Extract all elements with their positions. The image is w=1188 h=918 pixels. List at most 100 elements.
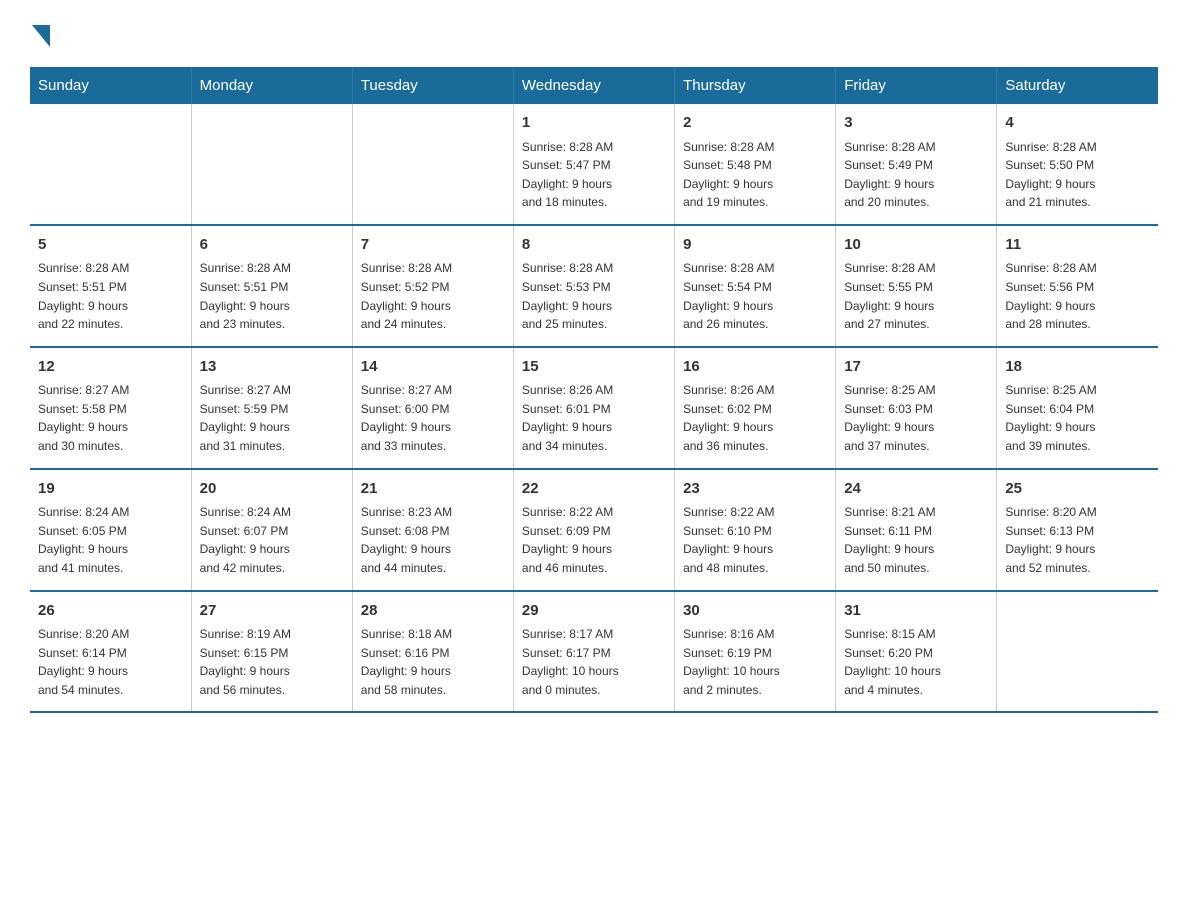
day-info: Sunrise: 8:22 AM Sunset: 6:10 PM Dayligh… bbox=[683, 503, 827, 577]
day-number: 24 bbox=[844, 478, 988, 501]
day-info: Sunrise: 8:28 AM Sunset: 5:48 PM Dayligh… bbox=[683, 138, 827, 212]
calendar-week-1: 1 Sunrise: 8:28 AM Sunset: 5:47 PM Daylig… bbox=[30, 104, 1158, 225]
day-number: 31 bbox=[844, 600, 988, 623]
logo bbox=[30, 20, 50, 47]
calendar-cell: 11Sunrise: 8:28 AM Sunset: 5:56 PM Dayli… bbox=[997, 225, 1158, 347]
day-header-thursday: Thursday bbox=[675, 67, 836, 104]
calendar-cell bbox=[997, 591, 1158, 713]
calendar-cell: 25Sunrise: 8:20 AM Sunset: 6:13 PM Dayli… bbox=[997, 469, 1158, 591]
day-info: Sunrise: 8:27 AM Sunset: 6:00 PM Dayligh… bbox=[361, 381, 505, 455]
day-number: 20 bbox=[200, 478, 344, 501]
day-number: 3 bbox=[844, 112, 988, 135]
day-number: 15 bbox=[522, 356, 666, 379]
calendar-cell: 29Sunrise: 8:17 AM Sunset: 6:17 PM Dayli… bbox=[513, 591, 674, 713]
day-number: 21 bbox=[361, 478, 505, 501]
calendar-cell bbox=[352, 104, 513, 225]
calendar-cell: 27Sunrise: 8:19 AM Sunset: 6:15 PM Dayli… bbox=[191, 591, 352, 713]
day-number: 23 bbox=[683, 478, 827, 501]
calendar-cell: 12Sunrise: 8:27 AM Sunset: 5:58 PM Dayli… bbox=[30, 347, 191, 469]
calendar-cell: 30Sunrise: 8:16 AM Sunset: 6:19 PM Dayli… bbox=[675, 591, 836, 713]
day-info: Sunrise: 8:27 AM Sunset: 5:58 PM Dayligh… bbox=[38, 381, 183, 455]
day-info: Sunrise: 8:23 AM Sunset: 6:08 PM Dayligh… bbox=[361, 503, 505, 577]
day-info: Sunrise: 8:28 AM Sunset: 5:54 PM Dayligh… bbox=[683, 259, 827, 333]
calendar-cell: 23Sunrise: 8:22 AM Sunset: 6:10 PM Dayli… bbox=[675, 469, 836, 591]
day-number: 7 bbox=[361, 234, 505, 257]
day-number: 22 bbox=[522, 478, 666, 501]
day-number: 10 bbox=[844, 234, 988, 257]
day-number: 19 bbox=[38, 478, 183, 501]
calendar-week-5: 26Sunrise: 8:20 AM Sunset: 6:14 PM Dayli… bbox=[30, 591, 1158, 713]
day-info: Sunrise: 8:17 AM Sunset: 6:17 PM Dayligh… bbox=[522, 625, 666, 699]
day-info: Sunrise: 8:24 AM Sunset: 6:07 PM Dayligh… bbox=[200, 503, 344, 577]
day-number: 4 bbox=[1005, 112, 1150, 135]
day-number: 18 bbox=[1005, 356, 1150, 379]
day-info: Sunrise: 8:28 AM Sunset: 5:50 PM Dayligh… bbox=[1005, 138, 1150, 212]
calendar-cell: 5Sunrise: 8:28 AM Sunset: 5:51 PM Daylig… bbox=[30, 225, 191, 347]
day-info: Sunrise: 8:28 AM Sunset: 5:47 PM Dayligh… bbox=[522, 138, 666, 212]
calendar-cell: 17Sunrise: 8:25 AM Sunset: 6:03 PM Dayli… bbox=[836, 347, 997, 469]
day-info: Sunrise: 8:15 AM Sunset: 6:20 PM Dayligh… bbox=[844, 625, 988, 699]
calendar-cell: 13Sunrise: 8:27 AM Sunset: 5:59 PM Dayli… bbox=[191, 347, 352, 469]
day-number: 2 bbox=[683, 112, 827, 135]
day-number: 13 bbox=[200, 356, 344, 379]
day-info: Sunrise: 8:16 AM Sunset: 6:19 PM Dayligh… bbox=[683, 625, 827, 699]
calendar-table: SundayMondayTuesdayWednesdayThursdayFrid… bbox=[30, 67, 1158, 713]
calendar-cell: 8Sunrise: 8:28 AM Sunset: 5:53 PM Daylig… bbox=[513, 225, 674, 347]
day-info: Sunrise: 8:20 AM Sunset: 6:13 PM Dayligh… bbox=[1005, 503, 1150, 577]
day-info: Sunrise: 8:26 AM Sunset: 6:01 PM Dayligh… bbox=[522, 381, 666, 455]
day-info: Sunrise: 8:28 AM Sunset: 5:52 PM Dayligh… bbox=[361, 259, 505, 333]
calendar-cell: 4 Sunrise: 8:28 AM Sunset: 5:50 PM Daylig… bbox=[997, 104, 1158, 225]
day-number: 16 bbox=[683, 356, 827, 379]
day-info: Sunrise: 8:22 AM Sunset: 6:09 PM Dayligh… bbox=[522, 503, 666, 577]
day-header-saturday: Saturday bbox=[997, 67, 1158, 104]
day-number: 8 bbox=[522, 234, 666, 257]
day-info: Sunrise: 8:28 AM Sunset: 5:55 PM Dayligh… bbox=[844, 259, 988, 333]
day-number: 25 bbox=[1005, 478, 1150, 501]
day-header-friday: Friday bbox=[836, 67, 997, 104]
day-number: 9 bbox=[683, 234, 827, 257]
day-header-wednesday: Wednesday bbox=[513, 67, 674, 104]
day-header-monday: Monday bbox=[191, 67, 352, 104]
day-info: Sunrise: 8:27 AM Sunset: 5:59 PM Dayligh… bbox=[200, 381, 344, 455]
calendar-week-2: 5Sunrise: 8:28 AM Sunset: 5:51 PM Daylig… bbox=[30, 225, 1158, 347]
day-number: 11 bbox=[1005, 234, 1150, 257]
day-number: 6 bbox=[200, 234, 344, 257]
day-info: Sunrise: 8:28 AM Sunset: 5:51 PM Dayligh… bbox=[38, 259, 183, 333]
calendar-cell bbox=[191, 104, 352, 225]
calendar-cell: 21Sunrise: 8:23 AM Sunset: 6:08 PM Dayli… bbox=[352, 469, 513, 591]
day-info: Sunrise: 8:24 AM Sunset: 6:05 PM Dayligh… bbox=[38, 503, 183, 577]
calendar-cell: 2 Sunrise: 8:28 AM Sunset: 5:48 PM Daylig… bbox=[675, 104, 836, 225]
day-info: Sunrise: 8:25 AM Sunset: 6:04 PM Dayligh… bbox=[1005, 381, 1150, 455]
day-number: 1 bbox=[522, 112, 666, 135]
day-info: Sunrise: 8:18 AM Sunset: 6:16 PM Dayligh… bbox=[361, 625, 505, 699]
calendar-cell: 19Sunrise: 8:24 AM Sunset: 6:05 PM Dayli… bbox=[30, 469, 191, 591]
day-number: 30 bbox=[683, 600, 827, 623]
calendar-cell: 16Sunrise: 8:26 AM Sunset: 6:02 PM Dayli… bbox=[675, 347, 836, 469]
calendar-cell: 24Sunrise: 8:21 AM Sunset: 6:11 PM Dayli… bbox=[836, 469, 997, 591]
day-number: 17 bbox=[844, 356, 988, 379]
calendar-cell: 1 Sunrise: 8:28 AM Sunset: 5:47 PM Daylig… bbox=[513, 104, 674, 225]
day-info: Sunrise: 8:25 AM Sunset: 6:03 PM Dayligh… bbox=[844, 381, 988, 455]
calendar-cell: 15Sunrise: 8:26 AM Sunset: 6:01 PM Dayli… bbox=[513, 347, 674, 469]
calendar-cell: 14Sunrise: 8:27 AM Sunset: 6:00 PM Dayli… bbox=[352, 347, 513, 469]
day-info: Sunrise: 8:28 AM Sunset: 5:51 PM Dayligh… bbox=[200, 259, 344, 333]
day-number: 27 bbox=[200, 600, 344, 623]
day-info: Sunrise: 8:26 AM Sunset: 6:02 PM Dayligh… bbox=[683, 381, 827, 455]
day-info: Sunrise: 8:28 AM Sunset: 5:53 PM Dayligh… bbox=[522, 259, 666, 333]
calendar-cell: 18Sunrise: 8:25 AM Sunset: 6:04 PM Dayli… bbox=[997, 347, 1158, 469]
day-number: 29 bbox=[522, 600, 666, 623]
day-number: 12 bbox=[38, 356, 183, 379]
day-number: 14 bbox=[361, 356, 505, 379]
calendar-cell: 7Sunrise: 8:28 AM Sunset: 5:52 PM Daylig… bbox=[352, 225, 513, 347]
page-header bbox=[30, 20, 1158, 47]
day-info: Sunrise: 8:28 AM Sunset: 5:56 PM Dayligh… bbox=[1005, 259, 1150, 333]
calendar-week-3: 12Sunrise: 8:27 AM Sunset: 5:58 PM Dayli… bbox=[30, 347, 1158, 469]
day-number: 5 bbox=[38, 234, 183, 257]
calendar-cell: 3Sunrise: 8:28 AM Sunset: 5:49 PM Daylig… bbox=[836, 104, 997, 225]
calendar-cell: 20Sunrise: 8:24 AM Sunset: 6:07 PM Dayli… bbox=[191, 469, 352, 591]
calendar-cell: 31Sunrise: 8:15 AM Sunset: 6:20 PM Dayli… bbox=[836, 591, 997, 713]
day-info: Sunrise: 8:20 AM Sunset: 6:14 PM Dayligh… bbox=[38, 625, 183, 699]
calendar-cell: 9Sunrise: 8:28 AM Sunset: 5:54 PM Daylig… bbox=[675, 225, 836, 347]
calendar-week-4: 19Sunrise: 8:24 AM Sunset: 6:05 PM Dayli… bbox=[30, 469, 1158, 591]
calendar-cell: 22Sunrise: 8:22 AM Sunset: 6:09 PM Dayli… bbox=[513, 469, 674, 591]
